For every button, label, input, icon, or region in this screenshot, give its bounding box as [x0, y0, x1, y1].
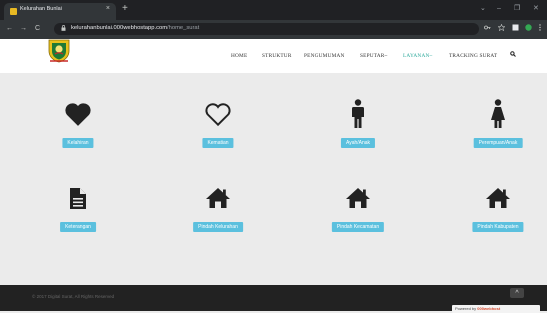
extensions-icon[interactable] [512, 24, 519, 35]
service-card-pindah-kabupaten: Pindah Kabupaten [443, 182, 547, 242]
tab-search-icon[interactable]: ⌄ [480, 4, 486, 13]
profile-icon[interactable] [525, 24, 532, 35]
home-icon [303, 182, 413, 214]
site-navbar: HOME STRUKTUR PENGUMUMAN SEPUTAR~ LAYANA… [0, 39, 547, 73]
url-host: kelurahanbunlai.000webhostapp.com [71, 25, 168, 31]
nav-pengumuman[interactable]: PENGUMUMAN [304, 53, 345, 59]
service-card-pindah-kecamatan: Pindah Kecamatan [303, 182, 413, 242]
ayah-anak-button[interactable]: Ayah/Anak [340, 138, 376, 148]
pindah-kabupaten-button[interactable]: Pindah Kabupaten [472, 222, 524, 232]
site-footer: © 2017 Digital Surat, All Rights Reserve… [0, 285, 547, 313]
bookmark-star-icon[interactable] [497, 23, 506, 35]
search-icon[interactable] [510, 51, 516, 59]
url-text: kelurahanbunlai.000webhostapp.com/home_s… [71, 25, 199, 31]
service-card-perempuan-anak: Perempuan/Anak [443, 98, 547, 158]
tab-title: Kelurahan Bunlai [20, 6, 62, 12]
male-icon [303, 98, 413, 130]
services-panel: Kelahiran Kematian Ayah/Anak Perempuan/A… [0, 73, 547, 285]
heart-outline-icon [163, 98, 273, 130]
document-icon [23, 182, 133, 214]
nav-tracking-surat[interactable]: TRACKING SURAT [449, 53, 497, 59]
browser-tab[interactable]: Kelurahan Bunlai × [4, 3, 116, 20]
url-path: /home_surat [167, 25, 200, 31]
perempuan-anak-button[interactable]: Perempuan/Anak [473, 138, 523, 148]
powered-by-brand: 000webhost [477, 306, 501, 311]
pindah-kelurahan-button[interactable]: Pindah Kelurahan [193, 222, 243, 232]
site-logo[interactable] [47, 39, 71, 63]
keterangan-button[interactable]: Keterangan [60, 222, 96, 232]
heart-filled-icon [23, 98, 133, 130]
address-bar[interactable]: kelurahanbunlai.000webhostapp.com/home_s… [54, 23, 479, 35]
female-icon [443, 98, 547, 130]
back-button[interactable]: ← [6, 24, 13, 34]
browser-menu-icon[interactable] [539, 24, 541, 35]
minimize-button[interactable]: – [497, 4, 501, 13]
nav-layanan[interactable]: LAYANAN~ [403, 53, 433, 59]
favicon-icon [10, 8, 17, 15]
maximize-button[interactable]: ❐ [514, 4, 520, 13]
new-tab-button[interactable]: + [122, 3, 128, 15]
nav-seputar[interactable]: SEPUTAR~ [360, 53, 388, 59]
service-card-ayah-anak: Ayah/Anak [303, 98, 413, 158]
browser-tab-strip: Kelurahan Bunlai × + ⌄ – ❐ ✕ [0, 0, 547, 20]
browser-toolbar: ← → C kelurahanbunlai.000webhostapp.com/… [0, 20, 547, 39]
home-icon [163, 182, 273, 214]
home-icon [443, 182, 547, 214]
powered-by-label: Powered by [455, 306, 477, 311]
service-card-keterangan: Keterangan [23, 182, 133, 242]
pindah-kecamatan-button[interactable]: Pindah Kecamatan [331, 222, 385, 232]
kelahiran-button[interactable]: Kelahiran [62, 138, 94, 148]
kematian-button[interactable]: Kematian [202, 138, 234, 148]
nav-struktur[interactable]: STRUKTUR [262, 53, 292, 59]
lock-icon [61, 25, 66, 33]
footer-copyright: © 2017 Digital Surat, All Rights Reserve… [32, 294, 115, 299]
back-to-top-button[interactable]: ^ [510, 288, 524, 298]
service-card-kelahiran: Kelahiran [23, 98, 133, 158]
close-window-button[interactable]: ✕ [533, 4, 539, 13]
nav-home[interactable]: HOME [231, 53, 247, 59]
service-card-kematian: Kematian [163, 98, 273, 158]
powered-by-badge[interactable]: Powered by 000webhost [452, 305, 540, 313]
tab-close-icon[interactable]: × [106, 5, 110, 13]
reload-button[interactable]: C [35, 24, 40, 34]
forward-button[interactable]: → [20, 24, 27, 34]
key-icon[interactable] [484, 24, 491, 35]
service-card-pindah-kelurahan: Pindah Kelurahan [163, 182, 273, 242]
